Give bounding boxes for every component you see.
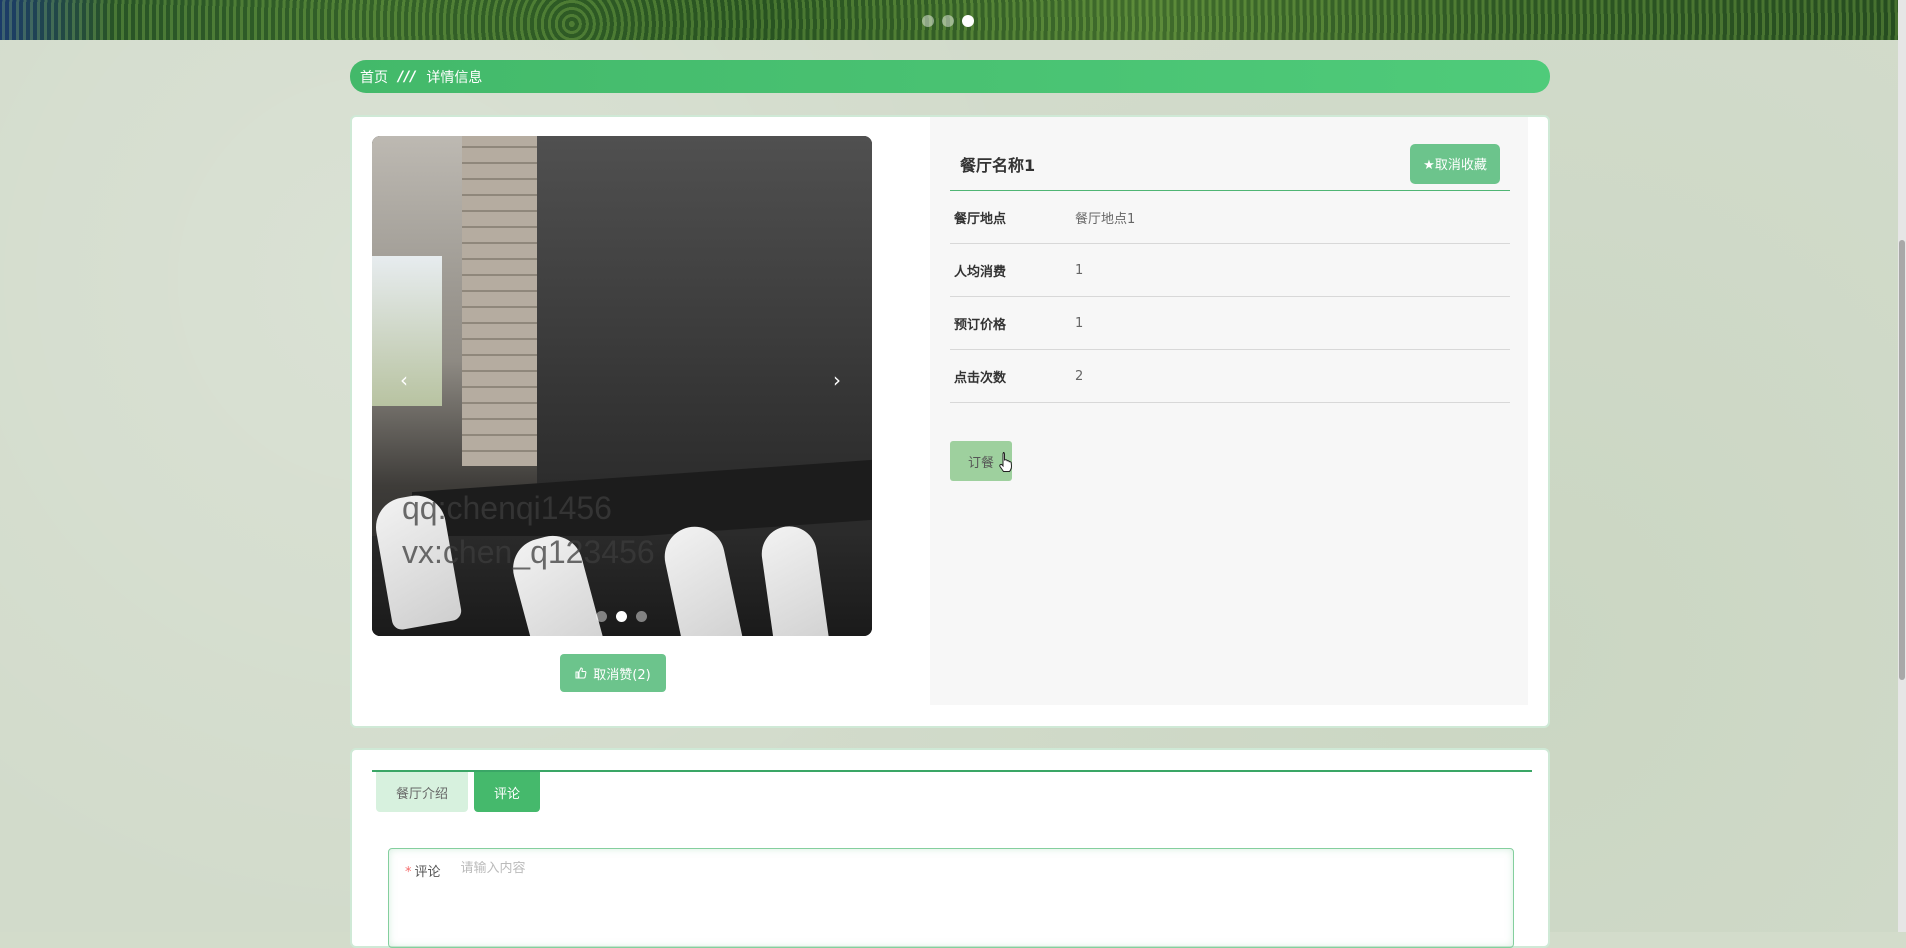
watermark-line: qq:chenqi1456 [402, 490, 612, 526]
info-title-row: 餐厅名称1 ★取消收藏 [950, 137, 1510, 191]
watermark-line: vx:chen_q123456 [402, 534, 655, 570]
unlike-button-label: 取消赞(2) [593, 667, 651, 683]
order-button-label: 订餐 [967, 455, 994, 471]
carousel-dot-active[interactable] [616, 611, 627, 622]
scrollbar-thumb[interactable] [1899, 240, 1905, 680]
info-row: 点击次数 2 [950, 350, 1510, 403]
comment-form: * 评论 [388, 848, 1514, 948]
unfavorite-button[interactable]: ★取消收藏 [1410, 143, 1500, 184]
info-list: 餐厅地点 餐厅地点1 人均消费 1 预订价格 1 点击次数 2 [950, 191, 1510, 403]
carousel-dot[interactable] [596, 611, 607, 622]
breadcrumb-home-link[interactable]: 首页 [360, 67, 388, 87]
comment-label: * 评论 [405, 861, 441, 880]
banner-dot[interactable] [922, 15, 934, 27]
page-scrollbar[interactable] [1898, 0, 1906, 932]
detail-card: qq:chenqi1456 vx:chen_q123456 ‹ › 取消赞(2)… [350, 115, 1550, 728]
info-row: 预订价格 1 [950, 297, 1510, 350]
info-value: 餐厅地点1 [1075, 211, 1136, 227]
tab-introduction[interactable]: 餐厅介绍 [376, 772, 469, 812]
info-panel: 餐厅名称1 ★取消收藏 餐厅地点 餐厅地点1 人均消费 1 预订价格 1 点击次… [930, 117, 1528, 705]
carousel-next-icon[interactable]: › [825, 368, 849, 392]
breadcrumb: 首页 /// 详情信息 [350, 60, 1550, 93]
carousel-dot[interactable] [636, 611, 647, 622]
info-value: 1 [1075, 262, 1084, 278]
order-button[interactable]: 订餐 [950, 441, 1013, 481]
info-value: 2 [1075, 368, 1084, 384]
banner-indicators [922, 15, 974, 27]
tabs-divider [372, 770, 1532, 772]
unlike-button[interactable]: 取消赞(2) [560, 654, 666, 692]
info-key: 点击次数 [954, 370, 1007, 386]
thumbs-up-icon [575, 667, 587, 679]
image-carousel[interactable]: qq:chenqi1456 vx:chen_q123456 ‹ › [372, 136, 872, 636]
carousel-prev-icon[interactable]: ‹ [392, 368, 416, 392]
photo-brick-column [462, 136, 537, 466]
info-key: 人均消费 [954, 264, 1007, 280]
info-key: 预订价格 [954, 317, 1007, 333]
required-mark: * [405, 865, 412, 880]
banner-dot[interactable] [942, 15, 954, 27]
info-row: 人均消费 1 [950, 244, 1510, 297]
restaurant-name: 餐厅名称1 [960, 155, 1036, 175]
info-row: 餐厅地点 餐厅地点1 [950, 191, 1510, 244]
top-banner-carousel[interactable] [0, 0, 1906, 40]
banner-dot-active[interactable] [962, 15, 974, 27]
hand-cursor-icon [999, 452, 1013, 472]
breadcrumb-current: 详情信息 [426, 69, 483, 86]
breadcrumb-separator: /// [398, 68, 417, 85]
tab-bar: 餐厅介绍 评论 [376, 772, 541, 812]
tab-comments[interactable]: 评论 [474, 772, 541, 812]
info-key: 餐厅地点 [954, 211, 1007, 227]
comment-input[interactable] [460, 861, 1361, 876]
tabs-card: 餐厅介绍 评论 * 评论 [350, 748, 1550, 948]
comment-label-text: 评论 [414, 865, 441, 880]
photo-wall [537, 136, 872, 496]
info-value: 1 [1075, 315, 1084, 331]
image-watermark: qq:chenqi1456 vx:chen_q123456 [402, 486, 655, 574]
carousel-indicators [596, 611, 647, 622]
